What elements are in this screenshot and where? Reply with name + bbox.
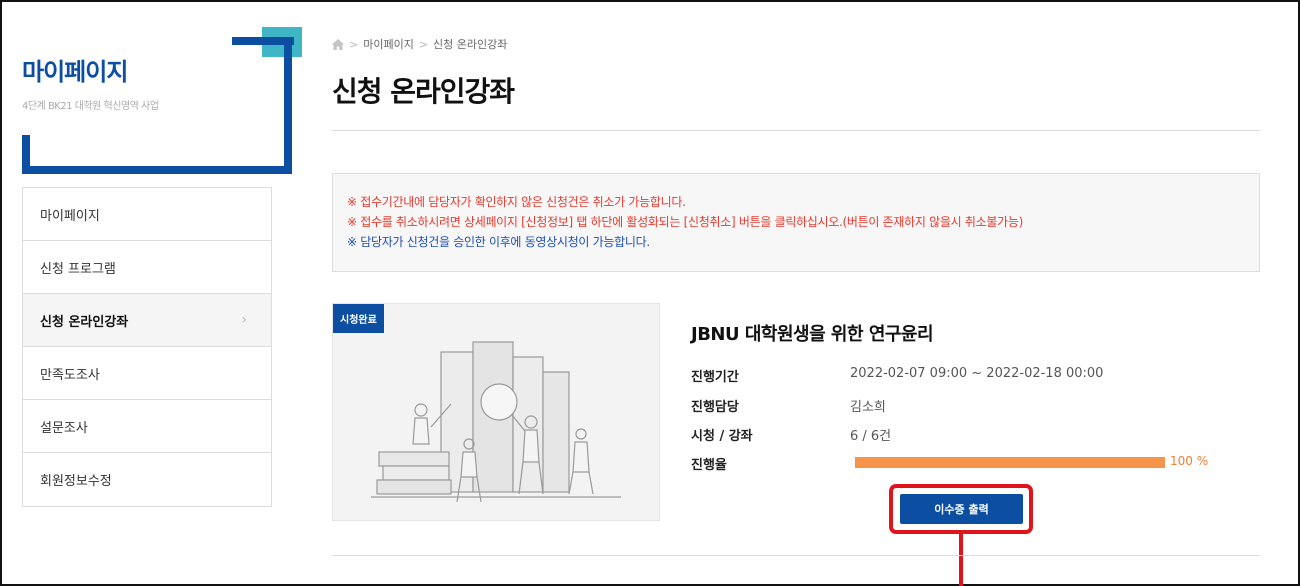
progress-label: 진행율 [691, 458, 727, 473]
header-frame-right [284, 37, 292, 174]
notice-box: ※ 접수기간내에 담당자가 확인하지 않은 신청건은 취소가 가능합니다. ※ … [332, 173, 1260, 272]
period-value: 2022-02-07 09:00 ~ 2022-02-18 00:00 [850, 366, 1104, 381]
status-badge: 시청완료 [333, 304, 384, 333]
progress-percent: 100 % [1170, 454, 1209, 468]
print-certificate-button[interactable]: 이수증 출력 [900, 494, 1023, 524]
sidebar-item-label: 신청 온라인강좌 [40, 314, 129, 330]
page-title: 신청 온라인강좌 [332, 75, 515, 108]
sidebar-item-survey[interactable]: 설문조사 [23, 400, 271, 453]
breadcrumb: > 마이페이지 > 신청 온라인강좌 [332, 36, 507, 52]
sidebar-subtitle: 4단계 BK21 대학원 혁신영역 사업 [22, 101, 159, 112]
notice-line: ※ 접수를 취소하시려면 상세페이지 [신청정보] 탭 하단에 활성화되는 [신… [347, 215, 1023, 229]
course-title[interactable]: JBNU 대학원생을 위한 연구윤리 [691, 320, 934, 346]
breadcrumb-item-mypage[interactable]: 마이페이지 [363, 36, 414, 52]
sidebar-item-label: 회원정보수정 [40, 474, 112, 489]
breadcrumb-separator: > [349, 37, 359, 51]
sidebar-header: 마이페이지 4단계 BK21 대학원 혁신영역 사업 [22, 27, 302, 177]
sidebar-title: 마이페이지 [22, 58, 128, 86]
course-thumbnail[interactable]: 시청완료 [332, 303, 660, 521]
sidebar-item-label: 설문조사 [40, 420, 88, 436]
bottom-divider [332, 555, 1260, 556]
sidebar-item-online-courses[interactable]: 신청 온라인강좌 › [23, 294, 271, 347]
breadcrumb-separator: > [418, 37, 429, 51]
header-frame-left [22, 135, 30, 174]
manager-value: 김소희 [850, 400, 886, 415]
sidebar-item-label: 신청 프로그램 [40, 261, 116, 277]
notice-line: ※ 담당자가 신청건을 승인한 이후에 동영상시청이 가능합니다. [347, 235, 650, 249]
title-divider [332, 130, 1260, 131]
sidebar-item-label: 만족도조사 [40, 367, 100, 383]
sidebar-item-satisfaction[interactable]: 만족도조사 [23, 347, 271, 400]
sidebar-item-label: 마이페이지 [40, 208, 100, 224]
notice-line: ※ 접수기간내에 담당자가 확인하지 않은 신청건은 취소가 가능합니다. [347, 195, 686, 209]
progress-bar [855, 457, 1165, 468]
home-icon[interactable] [332, 38, 344, 50]
course-illustration [371, 341, 621, 503]
highlight-box: 이수증 출력 [889, 484, 1033, 534]
chevron-right-icon: › [241, 312, 247, 328]
breadcrumb-item-current[interactable]: 신청 온라인강좌 [433, 36, 507, 52]
views-value: 6 / 6건 [850, 429, 892, 444]
sidebar-menu: 마이페이지 신청 프로그램 신청 온라인강좌 › 만족도조사 설문조사 회원정보… [22, 187, 272, 507]
sidebar-item-edit-profile[interactable]: 회원정보수정 [23, 453, 271, 506]
views-label: 시청 / 강좌 [691, 429, 753, 444]
sidebar-item-mypage[interactable]: 마이페이지 [23, 188, 271, 241]
sidebar-item-programs[interactable]: 신청 프로그램 [23, 241, 271, 294]
progress-bar-fill [855, 457, 1165, 468]
header-frame-bottom [22, 166, 292, 174]
period-label: 진행기간 [691, 370, 739, 385]
highlight-pointer [959, 534, 963, 586]
manager-label: 진행담당 [691, 400, 739, 415]
